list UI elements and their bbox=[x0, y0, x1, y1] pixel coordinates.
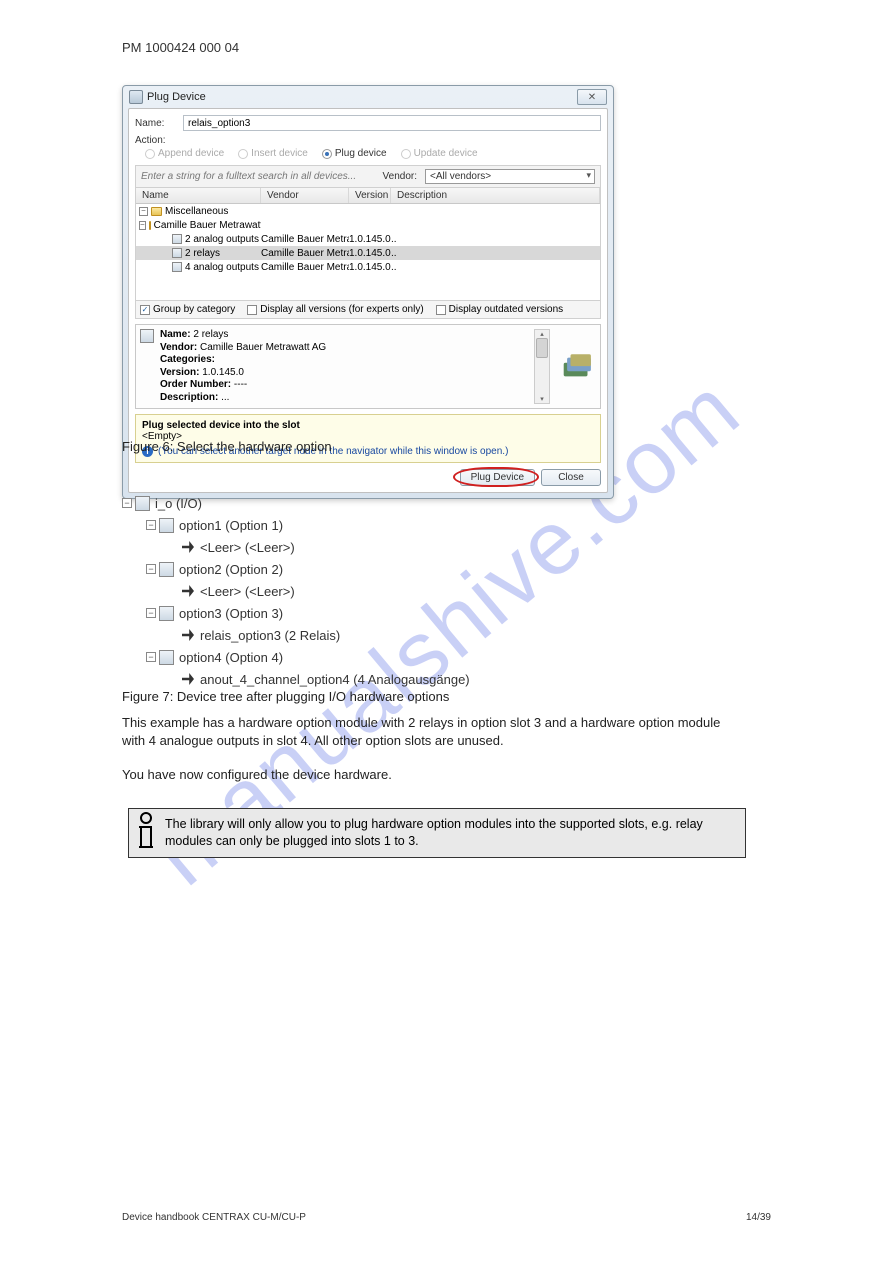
device-icon bbox=[172, 262, 182, 272]
slot-icon bbox=[182, 629, 194, 641]
note-text: The library will only allow you to plug … bbox=[165, 812, 737, 850]
device-tree: − i_o (I/O) − option1 (Option 1) <Leer> … bbox=[122, 492, 522, 690]
folder-icon bbox=[151, 207, 162, 216]
slot-icon bbox=[182, 673, 194, 685]
plug-device-dialog: Plug Device ✕ Name: Action: Append devic… bbox=[122, 85, 614, 499]
detail-panel: Name: 2 relays Vendor: Camille Bauer Met… bbox=[135, 324, 601, 409]
collapse-icon[interactable]: − bbox=[146, 520, 156, 530]
search-input[interactable]: Enter a string for a fulltext search in … bbox=[141, 171, 375, 182]
collapse-icon[interactable]: − bbox=[146, 652, 156, 662]
paragraph-2: You have now configured the device hardw… bbox=[122, 766, 742, 784]
scroll-up-icon[interactable]: ▴ bbox=[535, 330, 549, 338]
figure-7-caption: Figure 7: Device tree after plugging I/O… bbox=[122, 688, 742, 706]
vendor-combo[interactable]: <All vendors> bbox=[425, 169, 595, 184]
tree-row-folder[interactable]: −Camille Bauer Metrawatt AG bbox=[136, 218, 600, 232]
dialog-title: Plug Device bbox=[147, 91, 206, 103]
col-name[interactable]: Name bbox=[136, 188, 261, 203]
collapse-icon[interactable]: − bbox=[146, 608, 156, 618]
note-box: The library will only allow you to plug … bbox=[128, 808, 746, 858]
col-description[interactable]: Description bbox=[391, 188, 600, 203]
radio-plug-device[interactable]: Plug device bbox=[322, 148, 387, 159]
dialog-titlebar[interactable]: Plug Device ✕ bbox=[123, 86, 613, 108]
collapse-icon[interactable]: − bbox=[122, 498, 132, 508]
close-button[interactable]: ✕ bbox=[577, 89, 607, 105]
folder-icon bbox=[149, 221, 151, 230]
page-header: PM 1000424 000 04 bbox=[122, 40, 239, 55]
collapse-icon[interactable]: − bbox=[146, 564, 156, 574]
tree-row-device[interactable]: 2 analog outputs Camille Bauer Metrawatt… bbox=[136, 232, 600, 246]
hint-title: Plug selected device into the slot bbox=[142, 420, 594, 431]
tree-row-device[interactable]: 4 analog outputs Camille Bauer Metrawatt… bbox=[136, 260, 600, 274]
chevron-down-icon[interactable]: − bbox=[139, 221, 146, 230]
device-icon bbox=[140, 329, 154, 343]
action-label: Action: bbox=[135, 135, 601, 146]
tree-node-option[interactable]: − option2 (Option 2) bbox=[122, 558, 522, 580]
vendor-label: Vendor: bbox=[383, 171, 417, 182]
page-footer: Device handbook CENTRAX CU-M/CU-P 14/39 bbox=[122, 1212, 771, 1223]
tree-row-device[interactable]: 2 relays Camille Bauer Metrawatt AG 1.0.… bbox=[136, 246, 600, 260]
name-input[interactable] bbox=[183, 115, 601, 131]
footer-right: 14/39 bbox=[746, 1212, 771, 1223]
tree-node-slot[interactable]: <Leer> (<Leer>) bbox=[122, 536, 522, 558]
tree-node-option[interactable]: − option4 (Option 4) bbox=[122, 646, 522, 668]
option-icon bbox=[159, 650, 174, 665]
slot-icon bbox=[182, 541, 194, 553]
radio-update-device: Update device bbox=[401, 148, 478, 159]
device-icon bbox=[172, 234, 182, 244]
scroll-down-icon[interactable]: ▾ bbox=[535, 395, 549, 403]
name-label: Name: bbox=[135, 118, 183, 129]
search-bar: Enter a string for a fulltext search in … bbox=[135, 165, 601, 188]
device-grid: Name Vendor Version Description −Miscell… bbox=[135, 188, 601, 301]
close-button[interactable]: Close bbox=[541, 469, 601, 486]
option-icon bbox=[159, 518, 174, 533]
tree-node-option[interactable]: − option1 (Option 1) bbox=[122, 514, 522, 536]
option-icon bbox=[159, 606, 174, 621]
slot-icon bbox=[182, 585, 194, 597]
tree-row-root[interactable]: −Miscellaneous bbox=[136, 204, 600, 218]
tree-node-slot[interactable]: anout_4_channel_option4 (4 Analogausgäng… bbox=[122, 668, 522, 690]
scroll-thumb[interactable] bbox=[536, 338, 548, 358]
tree-node-option[interactable]: − option3 (Option 3) bbox=[122, 602, 522, 624]
dialog-icon bbox=[129, 90, 143, 104]
radio-append-device: Append device bbox=[145, 148, 224, 159]
tree-node-slot[interactable]: <Leer> (<Leer>) bbox=[122, 580, 522, 602]
checkbox-group-by-category[interactable]: ✓Group by category bbox=[140, 304, 235, 315]
option-icon bbox=[159, 562, 174, 577]
footer-left: Device handbook CENTRAX CU-M/CU-P bbox=[122, 1212, 306, 1223]
tree-node-slot[interactable]: relais_option3 (2 Relais) bbox=[122, 624, 522, 646]
io-icon bbox=[135, 496, 150, 511]
info-icon bbox=[137, 812, 155, 850]
device-image-icon bbox=[562, 353, 596, 381]
figure-6-caption: Figure 6: Select the hardware option bbox=[122, 438, 742, 456]
checkbox-display-outdated[interactable]: Display outdated versions bbox=[436, 304, 564, 315]
scrollbar[interactable]: ▴ ▾ bbox=[534, 329, 550, 404]
plug-device-button[interactable]: Plug Device bbox=[460, 469, 535, 486]
col-vendor[interactable]: Vendor bbox=[261, 188, 349, 203]
col-version[interactable]: Version bbox=[349, 188, 391, 203]
radio-insert-device: Insert device bbox=[238, 148, 308, 159]
tree-node-io[interactable]: − i_o (I/O) bbox=[122, 492, 522, 514]
chevron-down-icon[interactable]: − bbox=[139, 207, 148, 216]
paragraph-1: This example has a hardware option modul… bbox=[122, 714, 742, 749]
device-icon bbox=[172, 248, 182, 258]
checkbox-display-all-versions[interactable]: Display all versions (for experts only) bbox=[247, 304, 423, 315]
